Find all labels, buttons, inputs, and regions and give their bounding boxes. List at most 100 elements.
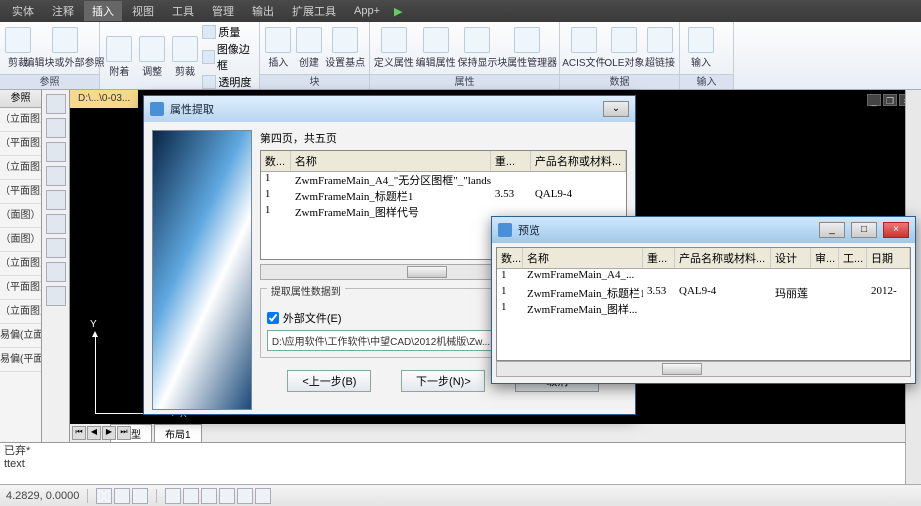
- rbtn-frame[interactable]: 图像边框: [202, 41, 255, 73]
- rbtn-input[interactable]: 输入: [684, 25, 718, 71]
- ref-item[interactable]: （平面图）: [0, 132, 41, 156]
- grid-icon[interactable]: [114, 488, 130, 504]
- toolpalette: [42, 90, 70, 442]
- nav-next-icon[interactable]: ▶: [102, 426, 116, 440]
- page-indicator: 第四页，共五页: [260, 130, 627, 146]
- ref-item[interactable]: 易偏(立面: [0, 324, 41, 348]
- ref-item[interactable]: （立面图）: [0, 252, 41, 276]
- group-label: 参照: [0, 74, 99, 89]
- table-row[interactable]: 1ZwmFrameMain_标题栏13.53QAL9-4玛丽莲2012-: [497, 285, 910, 301]
- preview-table[interactable]: 数... 名称 重... 产品名称或材料... 设计 审... 工... 日期 …: [496, 247, 911, 361]
- rbtn-link[interactable]: 超链接: [645, 25, 675, 71]
- table-row[interactable]: 1ZwmFrameMain_A4_"无分区图框"_"landscape: [261, 172, 626, 188]
- menu-tools[interactable]: 工具: [164, 1, 202, 21]
- ref-item[interactable]: （平面图）: [0, 276, 41, 300]
- table-row[interactable]: 1ZwmFrameMain_A4_...: [497, 269, 910, 285]
- coords: 4.2829, 0.0000: [6, 490, 79, 502]
- rbtn-editblk[interactable]: 编辑块或外部参照: [34, 25, 95, 71]
- ref-item[interactable]: （平面图）: [0, 180, 41, 204]
- y-axis: [95, 334, 96, 414]
- dyn-icon[interactable]: [255, 488, 271, 504]
- snap-icon[interactable]: [96, 488, 112, 504]
- rbtn-quality[interactable]: 质量: [202, 24, 255, 40]
- rbtn-defattr[interactable]: 定义属性: [374, 25, 414, 71]
- rbtn-acis[interactable]: ACIS文件: [564, 25, 604, 71]
- nav-first-icon[interactable]: ⏮: [72, 426, 86, 440]
- next-button[interactable]: 下一步(N)>: [401, 370, 485, 392]
- osnap-icon[interactable]: [183, 488, 199, 504]
- tab-layout1[interactable]: 布局1: [154, 424, 202, 442]
- dialog-help-icon[interactable]: ⌄: [603, 101, 629, 117]
- group-label: 块: [260, 74, 369, 89]
- menu-entity[interactable]: 实体: [4, 1, 42, 21]
- menu-app[interactable]: App+: [346, 3, 388, 19]
- command-line[interactable]: 已弃* ttext: [0, 442, 905, 484]
- close-button[interactable]: ×: [883, 222, 909, 238]
- lwt-icon[interactable]: [219, 488, 235, 504]
- max-button[interactable]: □: [851, 222, 877, 238]
- tool-icon[interactable]: [46, 142, 66, 162]
- rbtn-attach[interactable]: 附着: [104, 34, 135, 80]
- rbtn-clip2[interactable]: 剪裁: [170, 34, 201, 80]
- tool-icon[interactable]: [46, 262, 66, 282]
- otrack-icon[interactable]: [201, 488, 217, 504]
- tool-icon[interactable]: [46, 190, 66, 210]
- group-label: 输入: [680, 74, 733, 89]
- rbtn-base[interactable]: 设置基点: [325, 25, 365, 71]
- menu-view[interactable]: 视图: [124, 1, 162, 21]
- rbtn-ole[interactable]: OLE对象: [606, 25, 643, 71]
- ref-item[interactable]: （面图）: [0, 204, 41, 228]
- tool-icon[interactable]: [46, 166, 66, 186]
- ref-item[interactable]: （面图）: [0, 228, 41, 252]
- preview-image: [152, 130, 252, 410]
- dialog-icon: [150, 102, 164, 116]
- doc-tab[interactable]: D:\...\0-03...: [70, 90, 138, 108]
- table-row[interactable]: 1ZwmFrameMain_标题栏13.53QAL9-4: [261, 188, 626, 204]
- tool-icon[interactable]: [46, 238, 66, 258]
- statusbar: 4.2829, 0.0000: [0, 484, 921, 506]
- menu-output[interactable]: 输出: [244, 1, 282, 21]
- tool-icon[interactable]: [46, 214, 66, 234]
- rbtn-keep[interactable]: 保持显示: [458, 25, 498, 71]
- nav-prev-icon[interactable]: ◀: [87, 426, 101, 440]
- rbtn-insert[interactable]: 插入: [264, 25, 293, 71]
- min-button[interactable]: _: [819, 222, 845, 238]
- model-icon[interactable]: [237, 488, 253, 504]
- ref-panel-title: 参照: [0, 90, 41, 108]
- rbtn-attrmgr[interactable]: 块属性管理器: [499, 25, 555, 71]
- layout-tabs: ⏮◀▶⏭ 模型 布局1: [70, 424, 921, 442]
- polar-icon[interactable]: [165, 488, 181, 504]
- dialog-title: 预览: [518, 222, 813, 238]
- nav-last-icon[interactable]: ⏭: [117, 426, 131, 440]
- ref-panel: 参照 （立面图）（平面图）（立面图）（平面图）（面图）（面图）（立面图）（平面图…: [0, 90, 42, 442]
- menu-insert[interactable]: 插入: [84, 1, 122, 21]
- ortho-icon[interactable]: [132, 488, 148, 504]
- ref-item[interactable]: （立面图）: [0, 108, 41, 132]
- tool-icon[interactable]: [46, 286, 66, 306]
- min-icon[interactable]: _: [867, 94, 881, 106]
- rbtn-trans[interactable]: 透明度: [202, 74, 255, 90]
- rbtn-create[interactable]: 创建: [295, 25, 324, 71]
- dialog-title: 属性提取: [170, 101, 597, 117]
- tool-icon[interactable]: [46, 118, 66, 138]
- restore-icon[interactable]: ❐: [883, 94, 897, 106]
- ref-item[interactable]: 易偏(平面: [0, 348, 41, 372]
- menu-ext[interactable]: 扩展工具: [284, 1, 344, 21]
- table-row[interactable]: 1ZwmFrameMain_图样...: [497, 301, 910, 317]
- menubar: 实体 注释 插入 视图 工具 管理 输出 扩展工具 App+ ▶: [0, 0, 921, 22]
- ref-item[interactable]: （立面图）: [0, 300, 41, 324]
- menu-manage[interactable]: 管理: [204, 1, 242, 21]
- ref-item[interactable]: （立面图）: [0, 156, 41, 180]
- dialog-icon: [498, 223, 512, 237]
- hscroll[interactable]: [496, 361, 911, 377]
- menu-annot[interactable]: 注释: [44, 1, 82, 21]
- tool-icon[interactable]: [46, 94, 66, 114]
- ribbon: 剪裁 编辑块或外部参照 参照 附着 调整 剪裁 质量 图像边框 透明度 块 插入…: [0, 22, 921, 90]
- prev-button[interactable]: <上一步(B): [287, 370, 371, 392]
- preview-dialog: 预览 _ □ × 数... 名称 重... 产品名称或材料... 设计 审...…: [491, 216, 916, 384]
- play-icon[interactable]: ▶: [394, 5, 402, 18]
- rbtn-adjust[interactable]: 调整: [137, 34, 168, 80]
- y-label: Y: [90, 319, 97, 330]
- group-label: 属性: [370, 74, 559, 89]
- rbtn-editattr[interactable]: 编辑属性: [416, 25, 456, 71]
